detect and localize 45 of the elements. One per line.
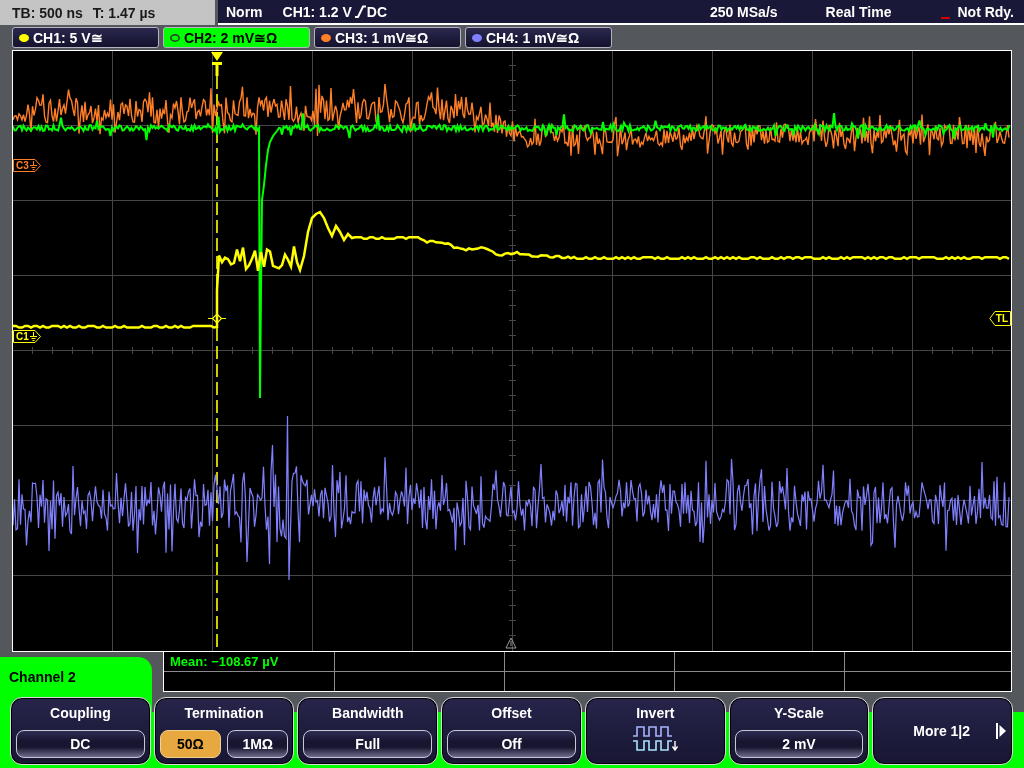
softkey-title: More 1|2	[912, 722, 971, 740]
softkey-title: Invert	[636, 704, 675, 722]
softkey[interactable]: Y-Scale 2 mV	[728, 697, 870, 765]
softkey-title: Bandwidth	[332, 704, 404, 722]
channel-tab[interactable]: CH2: 2 mV≅Ω	[163, 27, 310, 48]
softkey-title: Coupling	[50, 704, 111, 722]
channel-tab[interactable]: CH4: 1 mV≅Ω	[465, 27, 612, 48]
softkey[interactable]: Coupling DC	[10, 697, 151, 765]
measurement-cell: Mean: −108.67 µV	[164, 652, 335, 672]
trigger-coupling-label: DC	[366, 3, 388, 20]
timebase-label: TB: 500 ns	[12, 4, 83, 21]
triangle-marker-icon	[505, 637, 517, 649]
channel-tab[interactable]: CH1: 5 V≅	[12, 27, 159, 48]
acquisition-mode-label: Real Time	[825, 3, 892, 20]
status-indicator-icon	[941, 16, 951, 19]
channel-tab[interactable]: CH3: 1 mV≅Ω	[314, 27, 461, 48]
option-button[interactable]: 50Ω	[159, 730, 222, 758]
softkey[interactable]: Termination 50Ω 1MΩ	[153, 697, 295, 765]
softkey-title: Termination	[184, 704, 264, 722]
acquisition-status-label: Not Rdy.	[957, 3, 1014, 20]
trigger-offset-label: T: 1.47 µs	[92, 4, 156, 21]
next-page-icon	[996, 723, 1006, 739]
sample-rate-label: 250 MSa/s	[709, 3, 778, 20]
softkey[interactable]: Bandwidth Full	[297, 697, 439, 765]
softkey[interactable]: Offset Off	[441, 697, 582, 765]
softkey[interactable]: More 1|2	[872, 697, 1014, 765]
marker-label: C3	[16, 160, 29, 171]
value-button[interactable]: Full	[303, 730, 433, 758]
softkey[interactable]: Invert	[584, 697, 726, 765]
softkey-title: Y-Scale	[774, 704, 824, 722]
softkey-title: Offset	[491, 704, 532, 722]
trigger-marker-icon	[211, 52, 223, 76]
marker-label: C1	[16, 331, 29, 342]
trigger-level-marker: TL	[989, 311, 1011, 326]
value-button[interactable]: DC	[16, 730, 145, 758]
value-button[interactable]: 2 mV	[734, 730, 864, 758]
channel-color-icon	[170, 33, 180, 42]
invert-waveform-icon	[632, 726, 679, 752]
rising-edge-icon	[354, 5, 366, 18]
trigger-mode-label: Norm	[226, 3, 263, 20]
value-button[interactable]: Off	[447, 730, 576, 758]
diamond-marker-icon	[208, 313, 226, 324]
option-button[interactable]: 1MΩ	[227, 730, 289, 758]
trigger-source-label: CH1: 1.2 V	[282, 3, 352, 20]
menu-title: Channel 2	[0, 657, 152, 697]
